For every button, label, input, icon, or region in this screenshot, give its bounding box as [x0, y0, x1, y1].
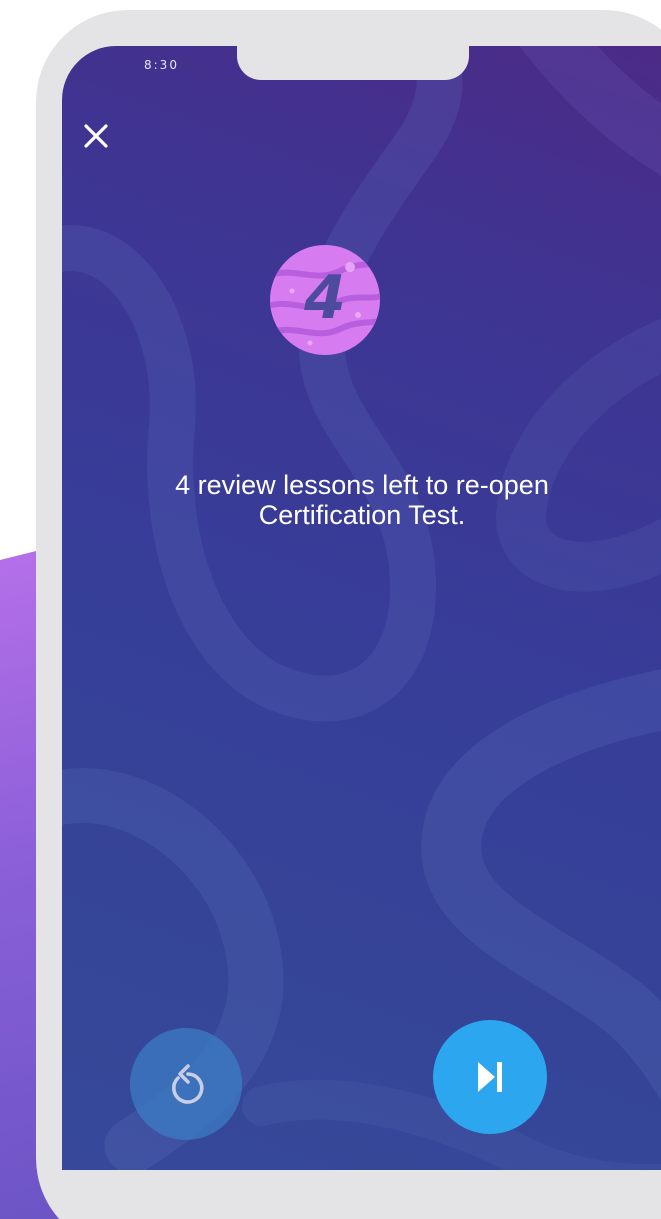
review-message: 4 review lessons left to re-open Certifi…: [62, 470, 661, 530]
restart-button[interactable]: [130, 1028, 242, 1140]
status-bar-time: 8:30: [144, 58, 179, 72]
app-screen: [62, 46, 661, 1186]
phone-bottom-bezel: [62, 1170, 661, 1219]
phone-notch: [237, 46, 469, 80]
skip-next-button[interactable]: [433, 1020, 547, 1134]
close-icon: [84, 124, 108, 148]
review-message-line-1: 4 review lessons left to re-open: [175, 470, 549, 500]
review-message-line-2: Certification Test.: [258, 500, 466, 530]
restart-icon: [172, 1064, 204, 1104]
skip-next-icon: [478, 1062, 502, 1092]
background-blobs: [62, 46, 661, 1186]
close-button[interactable]: [80, 120, 114, 154]
page: 8:30 4 4 review lessons left to re-open …: [0, 0, 661, 1219]
badge-number: 4: [304, 263, 346, 333]
